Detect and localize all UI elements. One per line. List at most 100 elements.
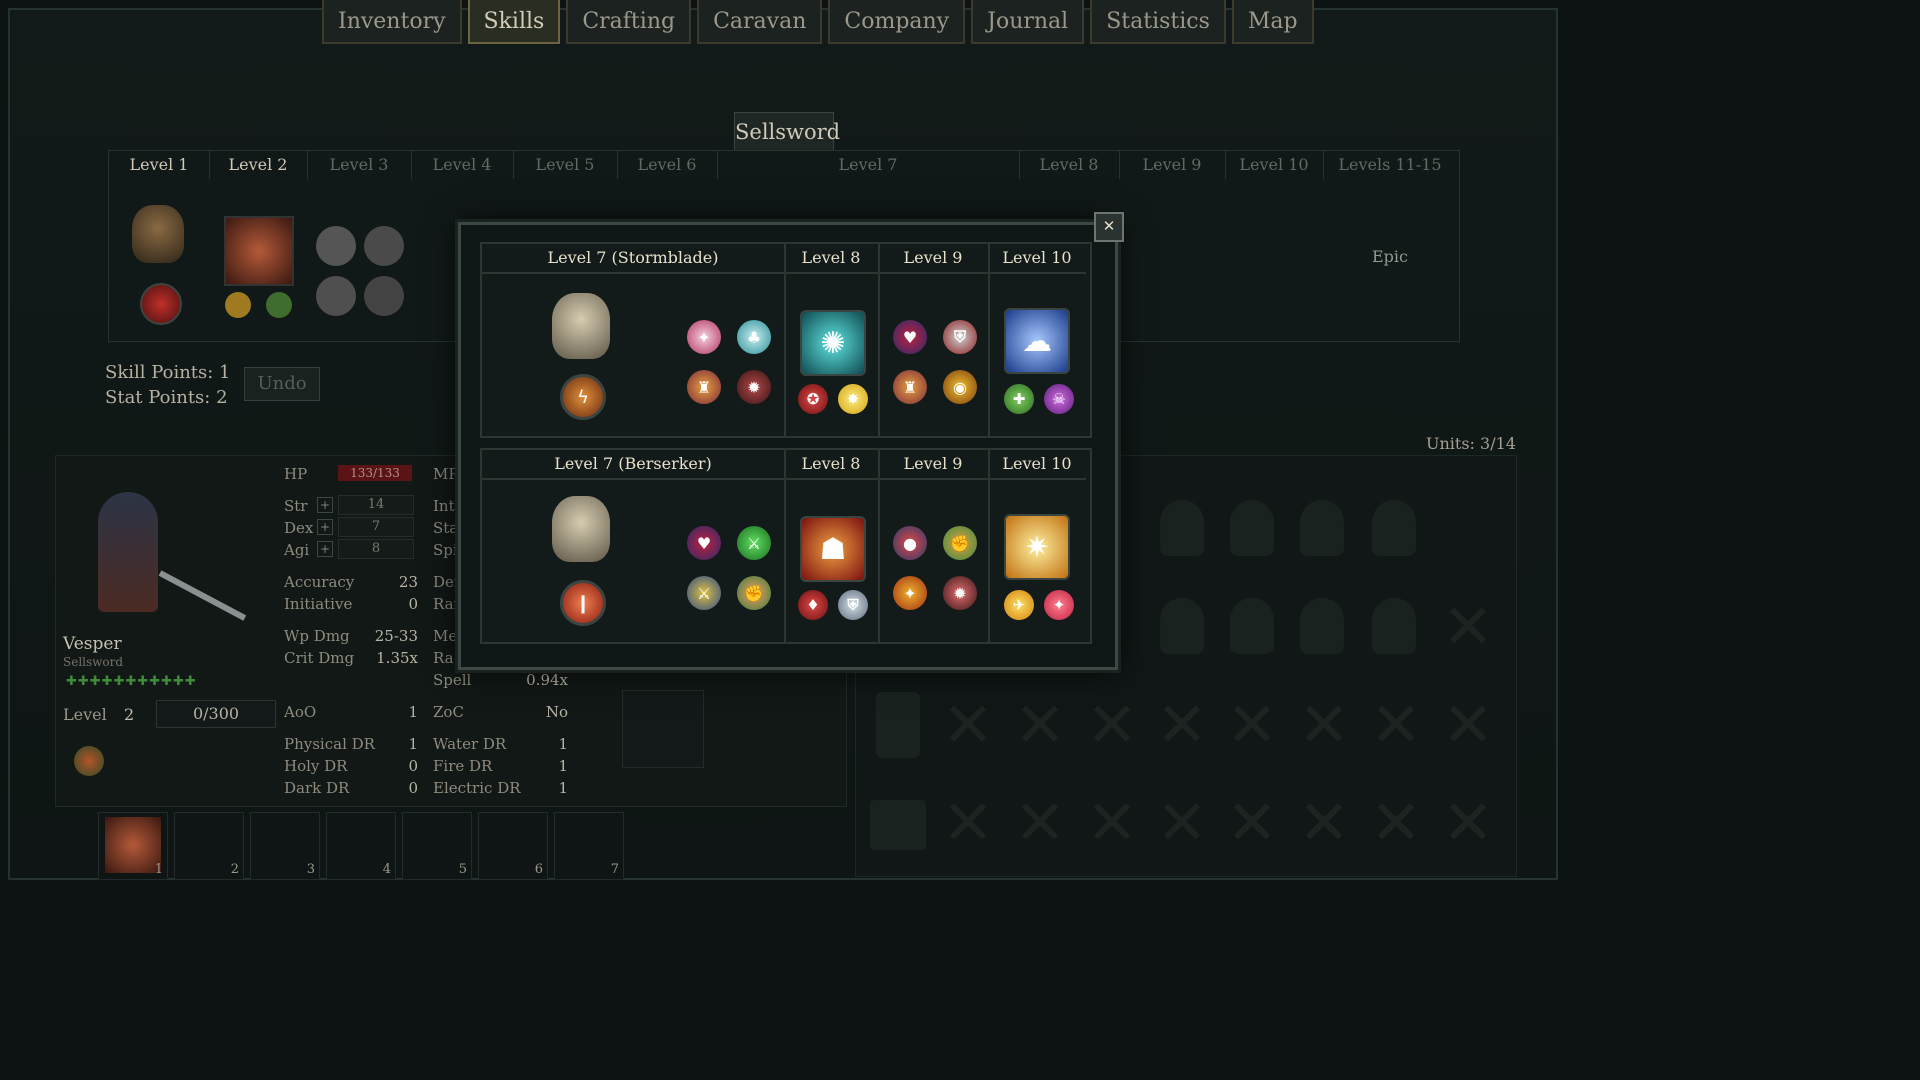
berserker-class-skill-icon[interactable]: ❙ [560, 580, 606, 626]
stormblade-level9-armor-icon[interactable]: ♜ [893, 370, 927, 404]
stormblade-level8-main-icon[interactable]: ✺ [800, 310, 866, 376]
empty-unit-slot[interactable] [1160, 598, 1204, 654]
hp-bar: 133/133 [338, 465, 412, 481]
empty-unit-slot[interactable] [1300, 500, 1344, 556]
level1-class-portrait[interactable] [132, 205, 184, 263]
stormblade-level9-heart-icon[interactable]: ♥ [893, 320, 927, 354]
spell-value: 0.94x [526, 671, 568, 689]
berserker-level10-sub-icon-b[interactable]: ✦ [1044, 590, 1074, 620]
level2-leaf-icon[interactable] [266, 292, 292, 318]
str-label: Str [284, 497, 308, 515]
hotbar-slot-5[interactable]: 5 [402, 812, 472, 880]
tab-crafting[interactable]: Crafting [566, 0, 692, 44]
tab-statistics[interactable]: Statistics [1090, 0, 1226, 44]
elecdr-value: 1 [558, 779, 568, 797]
level3-icon-b[interactable] [364, 226, 404, 266]
dex-plus-button[interactable]: + [317, 519, 333, 535]
tab-journal[interactable]: Journal [971, 0, 1085, 44]
critdmg-label: Crit Dmg [284, 649, 355, 667]
empty-unit-slot[interactable] [1300, 598, 1344, 654]
empty-unit-slot[interactable] [1230, 500, 1274, 556]
hotbar-slot-6[interactable]: 6 [478, 812, 548, 880]
locked-slot-icon: ✕ [942, 688, 994, 761]
stormblade-skill-star-icon[interactable]: ✦ [687, 320, 721, 354]
empty-unit-slot[interactable] [1372, 598, 1416, 654]
units-count: Units: 3/14 [1426, 434, 1516, 453]
stormblade-level10-sub-icon-a[interactable]: ✚ [1004, 384, 1034, 414]
equipment-slot-pouch[interactable] [622, 690, 704, 768]
level1-skill-icon[interactable] [140, 283, 182, 325]
berserker-level8-main-icon[interactable]: ☗ [800, 516, 866, 582]
aoo-value: 1 [408, 703, 418, 721]
str-value: 14 [338, 495, 414, 515]
hotbar-slot-7[interactable]: 7 [554, 812, 624, 880]
character-sprite [98, 492, 158, 612]
berserker-skill-blade-icon[interactable]: ⚔ [737, 526, 771, 560]
berserker-portrait[interactable] [552, 496, 610, 562]
hotbar-slot-1[interactable]: 1 [98, 812, 168, 880]
berserker-skill-sword-icon[interactable]: ⚔ [687, 576, 721, 610]
berserker-level8-sub-icon-a[interactable]: ♦ [798, 590, 828, 620]
berserker-skill-fist-icon[interactable]: ✊ [737, 576, 771, 610]
berserker-level9-claw-icon[interactable]: ✹ [943, 576, 977, 610]
tab-map[interactable]: Map [1231, 0, 1314, 44]
hotbar-slot-number: 4 [382, 862, 391, 877]
equipped-trait-icon[interactable] [74, 746, 104, 776]
anvil-slot-icon [870, 800, 926, 850]
elecdr-label: Electric DR [433, 779, 521, 797]
berserker-level9-rage-icon[interactable]: ✦ [893, 576, 927, 610]
empty-unit-slot[interactable] [1230, 598, 1274, 654]
locked-slot-icon: ✕ [1156, 786, 1208, 859]
waterdr-value: 1 [558, 735, 568, 753]
level3-icon-a[interactable] [316, 226, 356, 266]
empty-unit-slot[interactable] [1372, 500, 1416, 556]
agi-plus-button[interactable]: + [317, 541, 333, 557]
stormblade-skill-claw-icon[interactable]: ✹ [737, 370, 771, 404]
locked-slot-icon: ✕ [942, 786, 994, 859]
berserker-level9-fist-icon[interactable]: ✊ [943, 526, 977, 560]
berserker-level8-sub-icon-b[interactable]: ⛨ [838, 590, 868, 620]
tab-inventory[interactable]: Inventory [322, 0, 462, 44]
star-rating: ✚✚✚✚✚✚✚✚✚✚✚ [66, 674, 197, 689]
stormblade-level9-shield-icon[interactable]: ⛨ [943, 320, 977, 354]
stormblade-level10-main-icon[interactable]: ☁ [1004, 308, 1070, 374]
stormblade-level8-sub-icon-b[interactable]: ✸ [838, 384, 868, 414]
stormblade-skill-armor-icon[interactable]: ♜ [687, 370, 721, 404]
tab-caravan[interactable]: Caravan [697, 0, 823, 44]
stormblade-skill-figure-icon[interactable]: ♣ [737, 320, 771, 354]
locked-slot-icon: ✕ [1086, 786, 1138, 859]
berserker-level10-header: Level 10 [988, 450, 1086, 480]
tab-skills[interactable]: Skills [467, 0, 561, 44]
mp-label: MP [433, 465, 459, 483]
stormblade-class-skill-icon[interactable]: ϟ [560, 374, 606, 420]
tab-company[interactable]: Company [828, 0, 966, 44]
firedr-label: Fire DR [433, 757, 493, 775]
hotbar-slot-2[interactable]: 2 [174, 812, 244, 880]
level-header-8: Level 8 [1019, 151, 1120, 179]
stormblade-level9-helm-icon[interactable]: ◉ [943, 370, 977, 404]
close-icon[interactable]: ✕ [1094, 212, 1124, 242]
character-name: Vesper [63, 634, 122, 654]
spell-label: Spell [433, 671, 472, 689]
berserker-level10-main-icon[interactable]: ✷ [1004, 514, 1070, 580]
empty-unit-slot[interactable] [1160, 500, 1204, 556]
level-label: Level [63, 705, 107, 724]
dex-value: 7 [338, 517, 414, 537]
def-label: Def [433, 573, 460, 591]
berserker-level9-orb-icon[interactable]: ● [893, 526, 927, 560]
stormblade-portrait[interactable] [552, 293, 610, 359]
stormblade-level8-sub-icon-a[interactable]: ✪ [798, 384, 828, 414]
str-plus-button[interactable]: + [317, 497, 333, 513]
undo-button[interactable]: Undo [244, 367, 320, 401]
stormblade-level9-header: Level 9 [878, 244, 988, 274]
level3-icon-c[interactable] [316, 276, 356, 316]
berserker-skill-heart-icon[interactable]: ♥ [687, 526, 721, 560]
locked-slot-icon: ✕ [1370, 688, 1422, 761]
berserker-level10-sub-icon-a[interactable]: ✈ [1004, 590, 1034, 620]
level2-burst-icon[interactable] [225, 292, 251, 318]
level3-icon-d[interactable] [364, 276, 404, 316]
hotbar-slot-3[interactable]: 3 [250, 812, 320, 880]
stormblade-level10-sub-icon-b[interactable]: ☠ [1044, 384, 1074, 414]
hotbar-slot-4[interactable]: 4 [326, 812, 396, 880]
level2-skill-icon[interactable] [224, 216, 294, 286]
